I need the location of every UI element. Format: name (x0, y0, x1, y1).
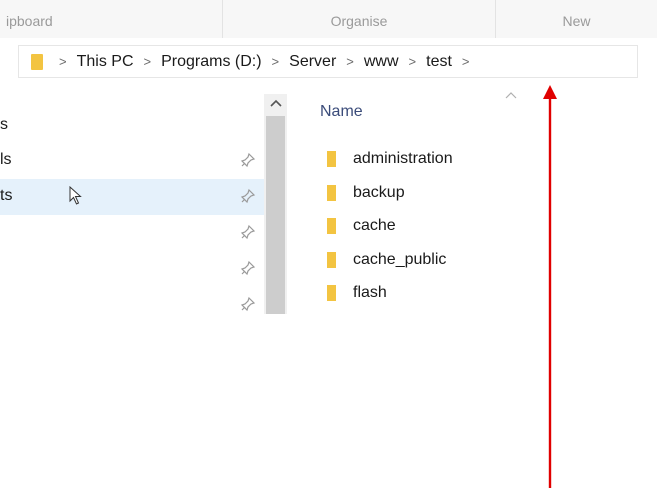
nav-item[interactable] (0, 251, 264, 287)
annotation-arrow-icon (543, 85, 557, 488)
folder-icon (327, 185, 336, 201)
scrollbar-thumb[interactable] (266, 116, 285, 314)
ribbon-group-label: ipboard (6, 13, 53, 29)
file-list-item[interactable]: administration (327, 144, 453, 174)
nav-item-label: ts (0, 187, 13, 204)
file-list-item[interactable]: cache (327, 211, 396, 241)
nav-item[interactable]: s (0, 108, 264, 144)
file-list-item[interactable]: flash (327, 278, 387, 308)
nav-item-label: ls (0, 151, 12, 168)
file-name: backup (353, 184, 405, 201)
ribbon-group-clipboard: ipboard (0, 0, 223, 38)
breadcrumb-separator[interactable]: > (59, 54, 67, 69)
file-name: cache (353, 217, 396, 234)
ribbon-group-organise: Organise (223, 0, 496, 38)
mouse-pointer-icon (69, 186, 82, 205)
nav-item-selected[interactable]: ts (0, 179, 264, 215)
breadcrumb-www[interactable]: www (364, 53, 399, 71)
file-name: flash (353, 284, 387, 301)
pin-icon[interactable] (240, 296, 256, 312)
breadcrumb-programs-d[interactable]: Programs (D:) (161, 53, 261, 71)
breadcrumb-separator[interactable]: > (346, 54, 354, 69)
breadcrumb-this-pc[interactable]: This PC (77, 53, 134, 71)
file-name: administration (353, 150, 453, 167)
file-name: cache_public (353, 251, 447, 268)
pin-icon[interactable] (240, 188, 256, 204)
pin-icon[interactable] (240, 224, 256, 240)
navigation-pane: s ls ts (0, 94, 287, 314)
folder-icon (327, 285, 336, 301)
breadcrumb-separator[interactable]: > (409, 54, 417, 69)
ribbon-group-label: Organise (330, 13, 388, 29)
folder-icon (327, 252, 336, 268)
breadcrumb-server[interactable]: Server (289, 53, 336, 71)
sort-ascending-icon (505, 92, 517, 99)
file-list-item[interactable]: backup (327, 178, 405, 208)
scroll-up-arrow-icon[interactable] (269, 98, 283, 108)
file-list-item[interactable]: cache_public (327, 245, 446, 275)
breadcrumb-separator[interactable]: > (144, 54, 152, 69)
folder-icon (31, 53, 43, 70)
column-header-name[interactable]: Name (320, 103, 363, 121)
nav-item[interactable] (0, 287, 264, 314)
ribbon-group-label: New (562, 13, 591, 29)
folder-icon (327, 218, 336, 234)
ribbon-group-new: New (496, 0, 657, 38)
nav-item[interactable] (0, 215, 264, 251)
nav-item-label: s (0, 116, 8, 133)
breadcrumb-separator[interactable]: > (462, 54, 470, 69)
nav-item[interactable]: ls (0, 143, 264, 179)
pin-icon[interactable] (240, 260, 256, 276)
pin-icon[interactable] (240, 152, 256, 168)
breadcrumb-test[interactable]: test (426, 53, 452, 71)
ribbon: ipboard Organise New (0, 0, 657, 38)
breadcrumb-separator[interactable]: > (272, 54, 280, 69)
address-bar[interactable]: > This PC > Programs (D:) > Server > www… (18, 45, 638, 78)
folder-icon (327, 151, 336, 167)
